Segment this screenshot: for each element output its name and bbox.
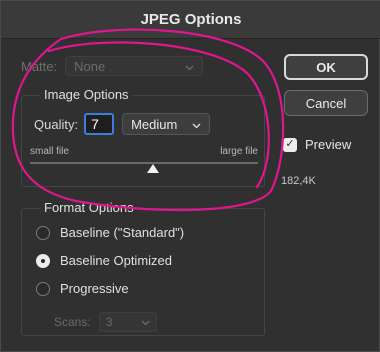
scale-large-label: large file bbox=[220, 146, 258, 157]
format-options-legend: Format Options bbox=[40, 200, 138, 215]
cancel-button[interactable]: Cancel bbox=[284, 90, 368, 116]
matte-value: None bbox=[74, 58, 106, 74]
scans-label: Scans: bbox=[54, 315, 91, 329]
image-options-group: Image Options Quality: 7 Medium small fi… bbox=[21, 87, 265, 187]
preview-toggle[interactable]: ✓ Preview bbox=[283, 137, 351, 152]
quality-input[interactable]: 7 bbox=[84, 113, 115, 135]
radio-label: Baseline ("Standard") bbox=[60, 225, 185, 240]
format-options-group: Format Options Baseline ("Standard") Bas… bbox=[21, 200, 265, 336]
image-options-legend: Image Options bbox=[40, 87, 133, 102]
matte-select[interactable]: None bbox=[65, 56, 204, 76]
scans-value: 3 bbox=[105, 315, 113, 329]
chevron-down-icon bbox=[141, 315, 150, 329]
preview-label: Preview bbox=[305, 137, 352, 152]
ok-button[interactable]: OK bbox=[284, 54, 368, 80]
radio-progressive[interactable]: Progressive bbox=[36, 281, 129, 296]
slider-thumb-icon[interactable] bbox=[147, 164, 160, 173]
radio-baseline-optimized[interactable]: Baseline Optimized bbox=[36, 253, 172, 268]
scans-row: Scans: 3 bbox=[54, 312, 157, 332]
chevron-down-icon bbox=[192, 117, 201, 132]
jpeg-options-dialog: JPEG Options Matte: None Image Options Q… bbox=[0, 0, 380, 352]
dialog-title: JPEG Options bbox=[1, 1, 380, 39]
quality-slider-track[interactable] bbox=[30, 162, 258, 164]
quality-label: Quality: bbox=[34, 116, 79, 132]
matte-label: Matte: bbox=[21, 58, 58, 74]
scans-select[interactable]: 3 bbox=[98, 312, 157, 332]
radio-label: Baseline Optimized bbox=[60, 253, 172, 268]
scale-small-label: small file bbox=[30, 146, 69, 157]
radio-circle[interactable] bbox=[36, 281, 50, 296]
file-size-scale: small file large file bbox=[30, 146, 258, 157]
chevron-down-icon bbox=[185, 59, 194, 74]
radio-baseline-standard[interactable]: Baseline ("Standard") bbox=[36, 225, 184, 240]
radio-circle[interactable] bbox=[36, 225, 50, 240]
quality-preset-value: Medium bbox=[131, 116, 178, 132]
quality-row: Quality: 7 Medium bbox=[34, 113, 211, 135]
matte-row: Matte: None bbox=[21, 55, 204, 77]
checkmark-icon[interactable]: ✓ bbox=[283, 137, 297, 152]
radio-label: Progressive bbox=[60, 281, 129, 296]
radio-circle[interactable] bbox=[36, 253, 50, 268]
file-size-readout: 182,4K bbox=[281, 175, 316, 187]
quality-preset-select[interactable]: Medium bbox=[122, 113, 211, 135]
